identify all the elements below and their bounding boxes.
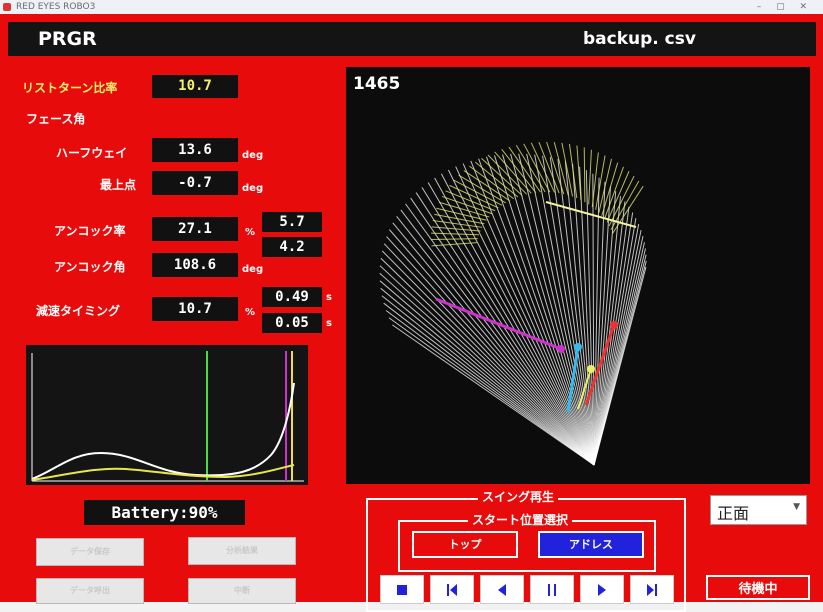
swing-head-trace bbox=[561, 142, 574, 197]
uncock-angle-unit: deg bbox=[242, 264, 264, 275]
wrist-turn-label: リストターン比率 bbox=[22, 81, 118, 95]
top-point-label: 最上点 bbox=[100, 178, 137, 192]
wrist-turn-value: 10.7 bbox=[152, 75, 238, 98]
top-point-unit: deg bbox=[242, 183, 264, 194]
chevron-down-icon: ▼ bbox=[793, 502, 800, 512]
frame-counter: 1465 bbox=[353, 74, 401, 94]
abort-button[interactable]: 中断 bbox=[188, 578, 296, 604]
decel-timing-label: 減速タイミング bbox=[36, 304, 121, 318]
skip-to-end-icon bbox=[647, 584, 657, 596]
purple-joint bbox=[557, 345, 565, 353]
stop-button[interactable] bbox=[380, 575, 424, 604]
window-titlebar: RED EYES ROBO3 – ▢ ✕ bbox=[0, 0, 823, 14]
pause-button[interactable] bbox=[530, 575, 574, 604]
battery-indicator: Battery:90% bbox=[84, 500, 245, 525]
uncock-rate-label: アンコック率 bbox=[54, 224, 126, 238]
skip-to-end-button[interactable] bbox=[630, 575, 674, 604]
save-data-button[interactable]: データ保存 bbox=[36, 538, 144, 566]
view-select[interactable]: 正面 ▼ bbox=[710, 495, 807, 525]
swing-viewer[interactable] bbox=[346, 67, 810, 484]
address-button[interactable]: アドレス bbox=[538, 531, 644, 558]
swing-playback-title: スイング再生 bbox=[478, 488, 559, 505]
step-forward-icon bbox=[598, 584, 606, 596]
swing-shaft-trace bbox=[379, 272, 595, 466]
swing-shaft-trace bbox=[383, 302, 595, 466]
swing-head-trace bbox=[463, 170, 510, 202]
app-icon bbox=[3, 3, 11, 11]
uncock-rate-extra-2: 4.2 bbox=[262, 237, 322, 257]
swing-head-trace bbox=[588, 149, 592, 205]
speed-graph-plot bbox=[31, 351, 304, 482]
top-button[interactable]: トップ bbox=[412, 531, 518, 558]
swing-shaft-trace bbox=[380, 257, 595, 466]
step-back-button[interactable] bbox=[480, 575, 524, 604]
step-forward-button[interactable] bbox=[580, 575, 624, 604]
blue-joint bbox=[574, 343, 582, 351]
graph-series-white bbox=[31, 382, 295, 480]
uncock-rate-value: 27.1 bbox=[152, 217, 238, 241]
swing-shaft-trace bbox=[427, 182, 595, 466]
decel-extra-2-unit: s bbox=[326, 318, 332, 329]
swing-head-trace bbox=[431, 232, 479, 236]
swing-head-trace bbox=[530, 142, 555, 193]
uncock-angle-label: アンコック角 bbox=[54, 260, 126, 274]
uncock-angle-value: 108.6 bbox=[152, 253, 238, 277]
view-select-value: 正面 bbox=[717, 504, 750, 523]
swing-trace bbox=[379, 141, 647, 466]
decel-extra-1: 0.49 bbox=[262, 287, 322, 307]
yellow-joint bbox=[587, 365, 595, 373]
swing-head-trace bbox=[568, 143, 578, 199]
window-controls[interactable]: – ▢ ✕ bbox=[757, 0, 813, 14]
top-point-value: -0.7 bbox=[152, 171, 238, 195]
uncock-rate-extra-1: 5.7 bbox=[262, 212, 322, 232]
header-bar: PRGR backup. csv bbox=[8, 22, 816, 56]
swing-head-trace bbox=[608, 175, 635, 227]
swing-head-trace bbox=[453, 179, 503, 206]
analysis-result-button[interactable]: 分析結果 bbox=[188, 537, 296, 565]
halfway-label: ハーフウェイ bbox=[56, 146, 128, 160]
pause-icon bbox=[548, 584, 556, 596]
swing-head-trace bbox=[431, 242, 477, 247]
load-data-button[interactable]: データ呼出 bbox=[36, 578, 144, 604]
decel-extra-1-unit: s bbox=[326, 292, 332, 303]
header-title: PRGR bbox=[38, 28, 97, 50]
status-indicator: 待機中 bbox=[706, 575, 810, 600]
swing-shaft-trace bbox=[392, 222, 595, 466]
skip-to-start-button[interactable] bbox=[430, 575, 474, 604]
halfway-unit: deg bbox=[242, 150, 264, 161]
swing-head-trace bbox=[515, 144, 546, 193]
skip-to-start-icon bbox=[447, 584, 457, 596]
decel-timing-value: 10.7 bbox=[152, 297, 238, 321]
swing-head-trace bbox=[445, 190, 496, 212]
speed-graph bbox=[26, 345, 308, 485]
swing-head-trace bbox=[583, 147, 586, 203]
decel-timing-unit: % bbox=[245, 307, 256, 318]
swing-head-trace bbox=[523, 143, 551, 193]
window-title: RED EYES ROBO3 bbox=[16, 2, 96, 12]
file-name: backup. csv bbox=[583, 29, 696, 49]
swing-shaft-trace bbox=[400, 209, 595, 466]
face-angle-label: フェース角 bbox=[26, 112, 86, 126]
red-joint bbox=[610, 321, 618, 329]
swing-shaft-trace bbox=[447, 169, 595, 466]
decel-extra-2: 0.05 bbox=[262, 313, 322, 333]
halfway-value: 13.6 bbox=[152, 138, 238, 162]
start-position-title: スタート位置選択 bbox=[468, 511, 573, 528]
step-back-icon bbox=[498, 584, 506, 596]
stop-icon bbox=[397, 585, 407, 595]
uncock-rate-unit: % bbox=[245, 227, 256, 238]
